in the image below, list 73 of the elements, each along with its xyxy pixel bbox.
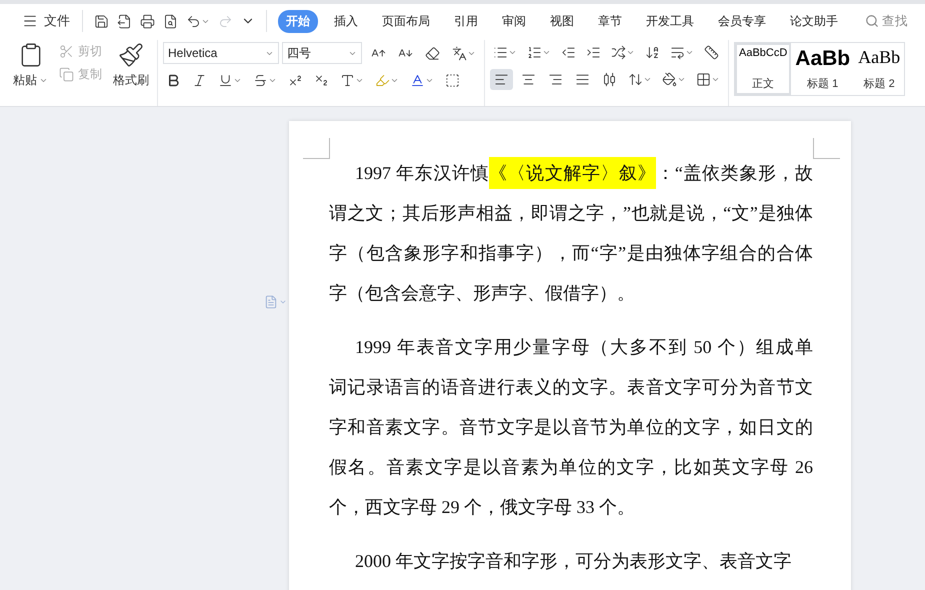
caret-icon [233, 76, 242, 85]
character-border-icon [445, 73, 460, 88]
copy-icon [59, 67, 74, 82]
format-painter-button[interactable]: 格式刷 [110, 40, 152, 91]
paragraph: 1999 年表音文字用少量字母（大多不到 50 个）组成单 词记录语言的语音进行表义的文字。表音文字可分为音节文 字和音素文字。音节文字是以音节为单位的文字，如日文的 假名。音素文字是以音素为单位的文字，比如英文字母 26 个，西文字母 29 个，俄文字母 33 个。 [329, 336, 813, 519]
preview-icon [163, 14, 178, 28]
paragraph: 1997 年东汉许慎《〈说文解字〉叙》：“盖依类象形，故 谓之文；其后形声相益，即谓之字，”也就是说，“文”是独体 字（包含象形字和指事字），而“字”是由独体字组合的合体 字（包含会意字、形声字、假借字）。 [329, 153, 813, 313]
ribbon-tab[interactable]: 页面布局 [374, 10, 438, 32]
undo-icon [186, 14, 201, 28]
ribbon-tab[interactable]: 引用 [446, 10, 486, 32]
paragraph: 2000 年文字按字音和字形，可分为表形文字、表音文字 [354, 550, 792, 573]
search-icon [865, 14, 879, 28]
scissors-icon [59, 44, 74, 59]
decrease-indent-icon [561, 45, 576, 60]
text-effect-icon [340, 73, 355, 88]
align-center-icon [521, 72, 536, 87]
ribbon-tab[interactable]: 章节 [590, 10, 630, 32]
strikethrough-icon [253, 73, 268, 88]
ribbon-tab[interactable]: 开发工具 [638, 10, 702, 32]
bold-icon [166, 73, 181, 88]
italic-icon [192, 73, 207, 88]
align-justify-icon [575, 72, 590, 87]
borders-icon [696, 72, 711, 87]
caret-icon [626, 48, 635, 57]
increase-indent-icon [586, 45, 601, 60]
caret-icon [685, 48, 694, 57]
crossed-arrows-icon [611, 45, 626, 60]
font-family-select[interactable]: Helvetica [163, 42, 279, 64]
line-spacing-icon [628, 72, 643, 87]
ribbon-tab[interactable]: 插入 [326, 10, 366, 32]
caret-icon [711, 75, 720, 84]
file-menu[interactable]: 文件 [18, 10, 74, 32]
align-right-icon [548, 72, 563, 87]
paint-bucket-icon [662, 72, 677, 87]
caret-icon [355, 76, 364, 85]
paintbrush-icon [118, 42, 144, 68]
export-icon [117, 14, 132, 28]
search-button[interactable]: 查找 [859, 12, 914, 30]
save-icon [94, 14, 109, 28]
caret-icon [39, 76, 48, 85]
sort-icon [645, 45, 660, 60]
underline-icon [218, 73, 233, 88]
superscript-icon [288, 73, 303, 88]
wrap-icon [670, 45, 685, 60]
ribbon-tab[interactable]: 会员专享 [710, 10, 774, 32]
align-button[interactable] [490, 69, 513, 90]
paste-button[interactable]: 粘贴 [10, 40, 51, 91]
style-option[interactable]: AaBbCcD 正文 [735, 43, 792, 95]
margin-corner-mark [303, 138, 330, 159]
caret-icon [508, 48, 517, 57]
phonetic-icon [452, 46, 467, 60]
redo-icon [218, 14, 233, 28]
numbered-list-icon [527, 45, 542, 60]
menu-icon [22, 13, 38, 29]
caret-icon [643, 75, 652, 84]
ruler-icon [704, 45, 719, 60]
subscript-icon [314, 73, 329, 88]
margin-corner-mark [813, 138, 840, 159]
caret-icon [542, 48, 551, 57]
distribute-icon [602, 72, 617, 87]
eraser-icon [425, 46, 440, 60]
ribbon-tab[interactable]: 论文助手 [782, 10, 846, 32]
caret-icon [268, 76, 277, 85]
align-left-icon [494, 72, 509, 87]
font-color-icon [410, 73, 425, 88]
caret-icon [425, 76, 434, 85]
font-size-select[interactable]: 四号 [282, 42, 362, 64]
caret-icon [390, 76, 399, 85]
caret-icon [677, 75, 686, 84]
print-icon [140, 14, 155, 28]
highlighter-icon [375, 73, 390, 88]
ribbon-tab[interactable]: 审阅 [494, 10, 534, 32]
ribbon-tab[interactable]: 视图 [542, 10, 582, 32]
